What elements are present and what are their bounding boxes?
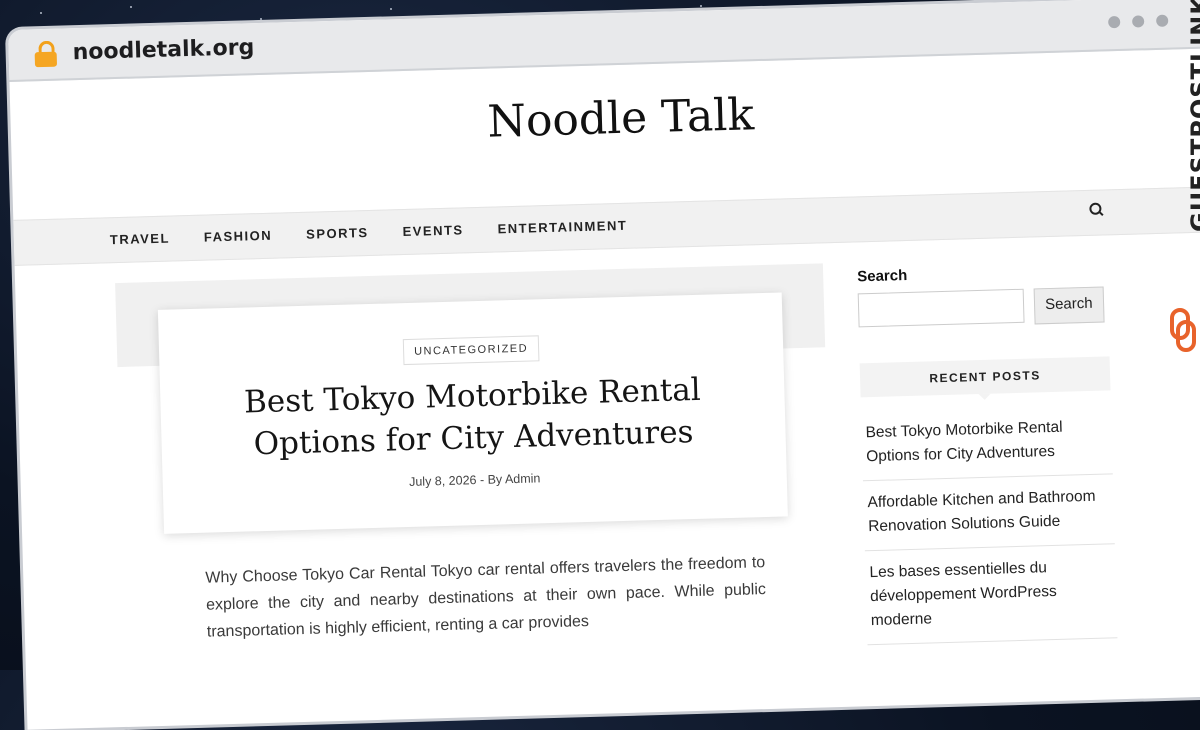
link-icon <box>1170 308 1196 352</box>
recent-post-link[interactable]: Best Tokyo Motorbike Rental Options for … <box>860 404 1113 482</box>
url-text[interactable]: noodletalk.org <box>72 35 254 65</box>
main-navigation: TRAVEL FASHION SPORTS EVENTS ENTERTAINME… <box>13 186 1200 266</box>
site-title[interactable]: Noodle Talk <box>10 76 1200 161</box>
lock-icon <box>34 40 58 68</box>
post-excerpt: Why Choose Tokyo Car Rental Tokyo car re… <box>205 554 767 641</box>
nav-item-fashion[interactable]: FASHION <box>204 228 273 245</box>
window-dot-icon[interactable] <box>1156 14 1169 27</box>
search-button[interactable]: Search <box>1033 286 1105 325</box>
recent-post-link[interactable]: Les bases essentielles du développement … <box>864 544 1118 646</box>
category-badge[interactable]: UNCATEGORIZED <box>402 335 540 366</box>
nav-item-events[interactable]: EVENTS <box>402 222 463 239</box>
nav-item-travel[interactable]: TRAVEL <box>110 231 170 248</box>
recent-post-link[interactable]: Affordable Kitchen and Bathroom Renovati… <box>862 474 1115 552</box>
window-controls <box>1108 14 1169 29</box>
recent-posts-list: Best Tokyo Motorbike Rental Options for … <box>860 404 1118 646</box>
post-title[interactable]: Best Tokyo Motorbike Rental Options for … <box>180 367 766 467</box>
nav-item-entertainment[interactable]: ENTERTAINMENT <box>497 218 627 237</box>
guestpostlinks-watermark: GUESTPOSTLINKS <box>1186 0 1200 232</box>
nav-item-sports[interactable]: SPORTS <box>306 225 369 242</box>
window-dot-icon[interactable] <box>1132 15 1145 28</box>
search-input[interactable] <box>857 288 1025 328</box>
recent-posts-heading: RECENT POSTS <box>859 356 1111 398</box>
sidebar: Search Search RECENT POSTS Best Tokyo Mo… <box>856 261 1118 646</box>
post-header-card: UNCATEGORIZED Best Tokyo Motorbike Renta… <box>157 292 788 534</box>
search-widget-label: Search <box>856 266 908 286</box>
search-icon[interactable] <box>1089 202 1104 216</box>
browser-window: noodletalk.org Noodle Talk TRAVEL FASHIO… <box>8 0 1200 730</box>
window-dot-icon[interactable] <box>1108 15 1121 29</box>
post-meta: July 8, 2026 - By Admin <box>408 471 541 489</box>
